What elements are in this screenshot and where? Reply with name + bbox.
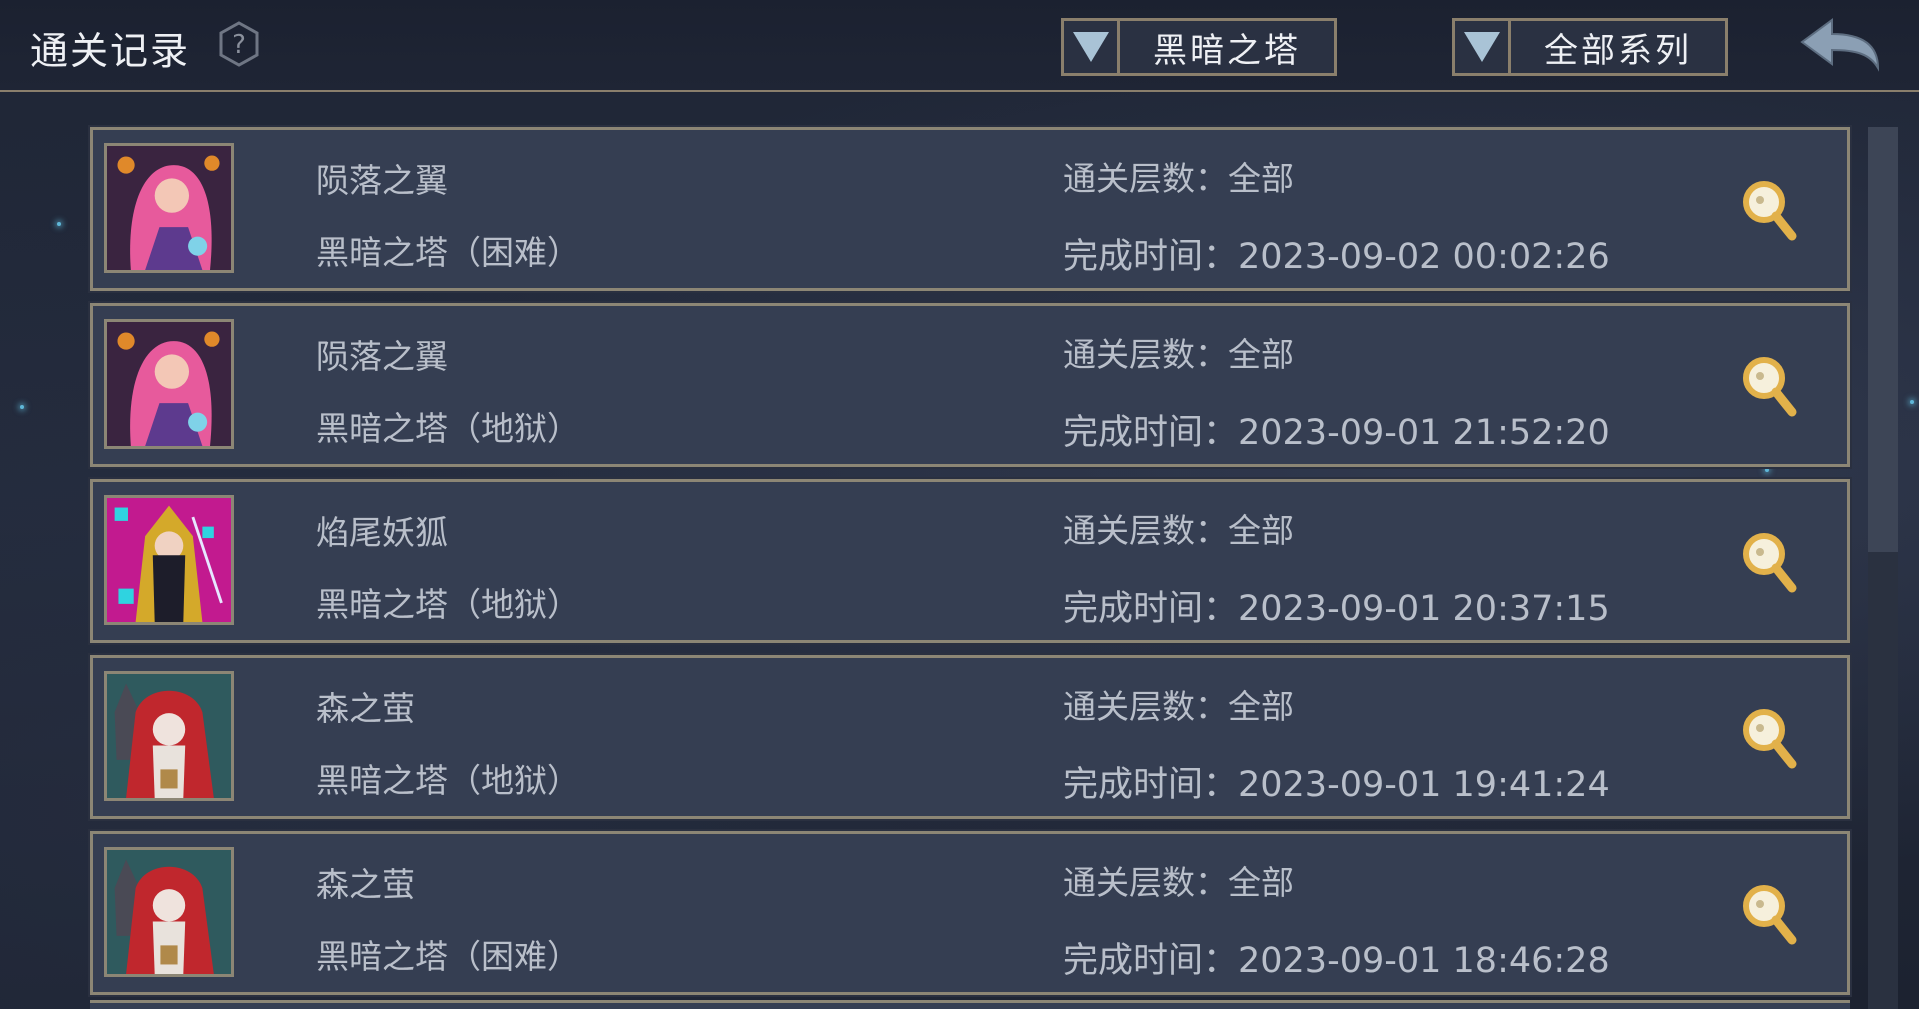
record-card[interactable]: 森之萤 黑暗之塔（困难） 通关层数：全部 完成时间：2023-09-01 18:… — [88, 829, 1852, 997]
cleared-floors: 通关层数：全部 — [1063, 863, 1294, 902]
tower-mode: 黑暗之塔（困难） — [316, 937, 580, 976]
magnifier-icon[interactable] — [1740, 706, 1798, 770]
completion-time: 完成时间：2023-09-01 20:37:15 — [1063, 589, 1610, 629]
magnifier-icon[interactable] — [1740, 882, 1798, 946]
help-icon[interactable]: ? — [215, 20, 263, 68]
completion-time: 完成时间：2023-09-01 21:52:20 — [1063, 413, 1610, 453]
cleared-floors: 通关层数：全部 — [1063, 159, 1294, 198]
character-avatar — [104, 671, 234, 801]
tower-filter-dropdown[interactable]: 黑暗之塔 — [1061, 18, 1337, 76]
magnifier-icon[interactable] — [1740, 530, 1798, 594]
character-name: 陨落之翼 — [316, 337, 448, 376]
magnifier-icon[interactable] — [1740, 354, 1798, 418]
red-hood-girl-portrait — [107, 850, 231, 974]
completion-time: 完成时间：2023-09-01 19:41:24 — [1063, 765, 1610, 805]
star-decoration — [1910, 400, 1914, 404]
red-hood-girl-portrait — [107, 674, 231, 798]
series-filter-label: 全部系列 — [1544, 30, 1692, 71]
cleared-floors: 通关层数：全部 — [1063, 511, 1294, 550]
cleared-floors: 通关层数：全部 — [1063, 687, 1294, 726]
fox-tail-archer-portrait — [107, 498, 231, 622]
completion-time: 完成时间：2023-09-01 18:46:28 — [1063, 941, 1610, 981]
record-card[interactable]: 陨落之翼 黑暗之塔（地狱） 通关层数：全部 完成时间：2023-09-01 21… — [88, 301, 1852, 469]
tower-mode: 黑暗之塔（地狱） — [316, 585, 580, 624]
dropdown-arrow-icon — [1455, 21, 1511, 73]
magnifier-icon[interactable] — [1740, 178, 1798, 242]
screen: 通关记录 ? 黑暗之塔 全部系列 陨落之翼 黑暗之塔（困难） 通关层数：全部 完… — [0, 0, 1919, 1009]
record-list: 陨落之翼 黑暗之塔（困难） 通关层数：全部 完成时间：2023-09-02 00… — [88, 125, 1852, 1007]
character-avatar — [104, 847, 234, 977]
character-name: 森之萤 — [316, 865, 415, 904]
record-card[interactable]: 陨落之翼 黑暗之塔（困难） 通关层数：全部 完成时间：2023-09-02 00… — [88, 125, 1852, 293]
header-bar: 通关记录 ? 黑暗之塔 全部系列 — [0, 0, 1919, 92]
scrollbar-thumb[interactable] — [1868, 127, 1898, 552]
scrollbar[interactable] — [1868, 127, 1898, 1009]
cleared-floors: 通关层数：全部 — [1063, 335, 1294, 374]
character-name: 森之萤 — [316, 689, 415, 728]
svg-text:?: ? — [232, 30, 246, 60]
character-avatar — [104, 319, 234, 449]
tower-mode: 黑暗之塔（地狱） — [316, 409, 580, 448]
series-filter-dropdown[interactable]: 全部系列 — [1452, 18, 1728, 76]
back-arrow-icon[interactable] — [1798, 16, 1882, 76]
pink-haired-witch-portrait — [107, 322, 231, 446]
tower-mode: 黑暗之塔（困难） — [316, 233, 580, 272]
page-title: 通关记录 — [30, 29, 191, 73]
dropdown-arrow-icon — [1064, 21, 1120, 73]
record-card[interactable]: 焰尾妖狐 黑暗之塔（地狱） 通关层数：全部 完成时间：2023-09-01 20… — [88, 477, 1852, 645]
record-card[interactable]: 森之萤 黑暗之塔（地狱） 通关层数：全部 完成时间：2023-09-01 19:… — [88, 653, 1852, 821]
next-record-card-partial[interactable] — [90, 1000, 1850, 1009]
pink-haired-witch-portrait — [107, 146, 231, 270]
character-avatar — [104, 495, 234, 625]
star-decoration — [20, 405, 24, 409]
character-name: 陨落之翼 — [316, 161, 448, 200]
character-name: 焰尾妖狐 — [316, 513, 448, 552]
tower-filter-label: 黑暗之塔 — [1153, 30, 1301, 71]
completion-time: 完成时间：2023-09-02 00:02:26 — [1063, 237, 1610, 277]
character-avatar — [104, 143, 234, 273]
tower-mode: 黑暗之塔（地狱） — [316, 761, 580, 800]
star-decoration — [57, 222, 61, 226]
